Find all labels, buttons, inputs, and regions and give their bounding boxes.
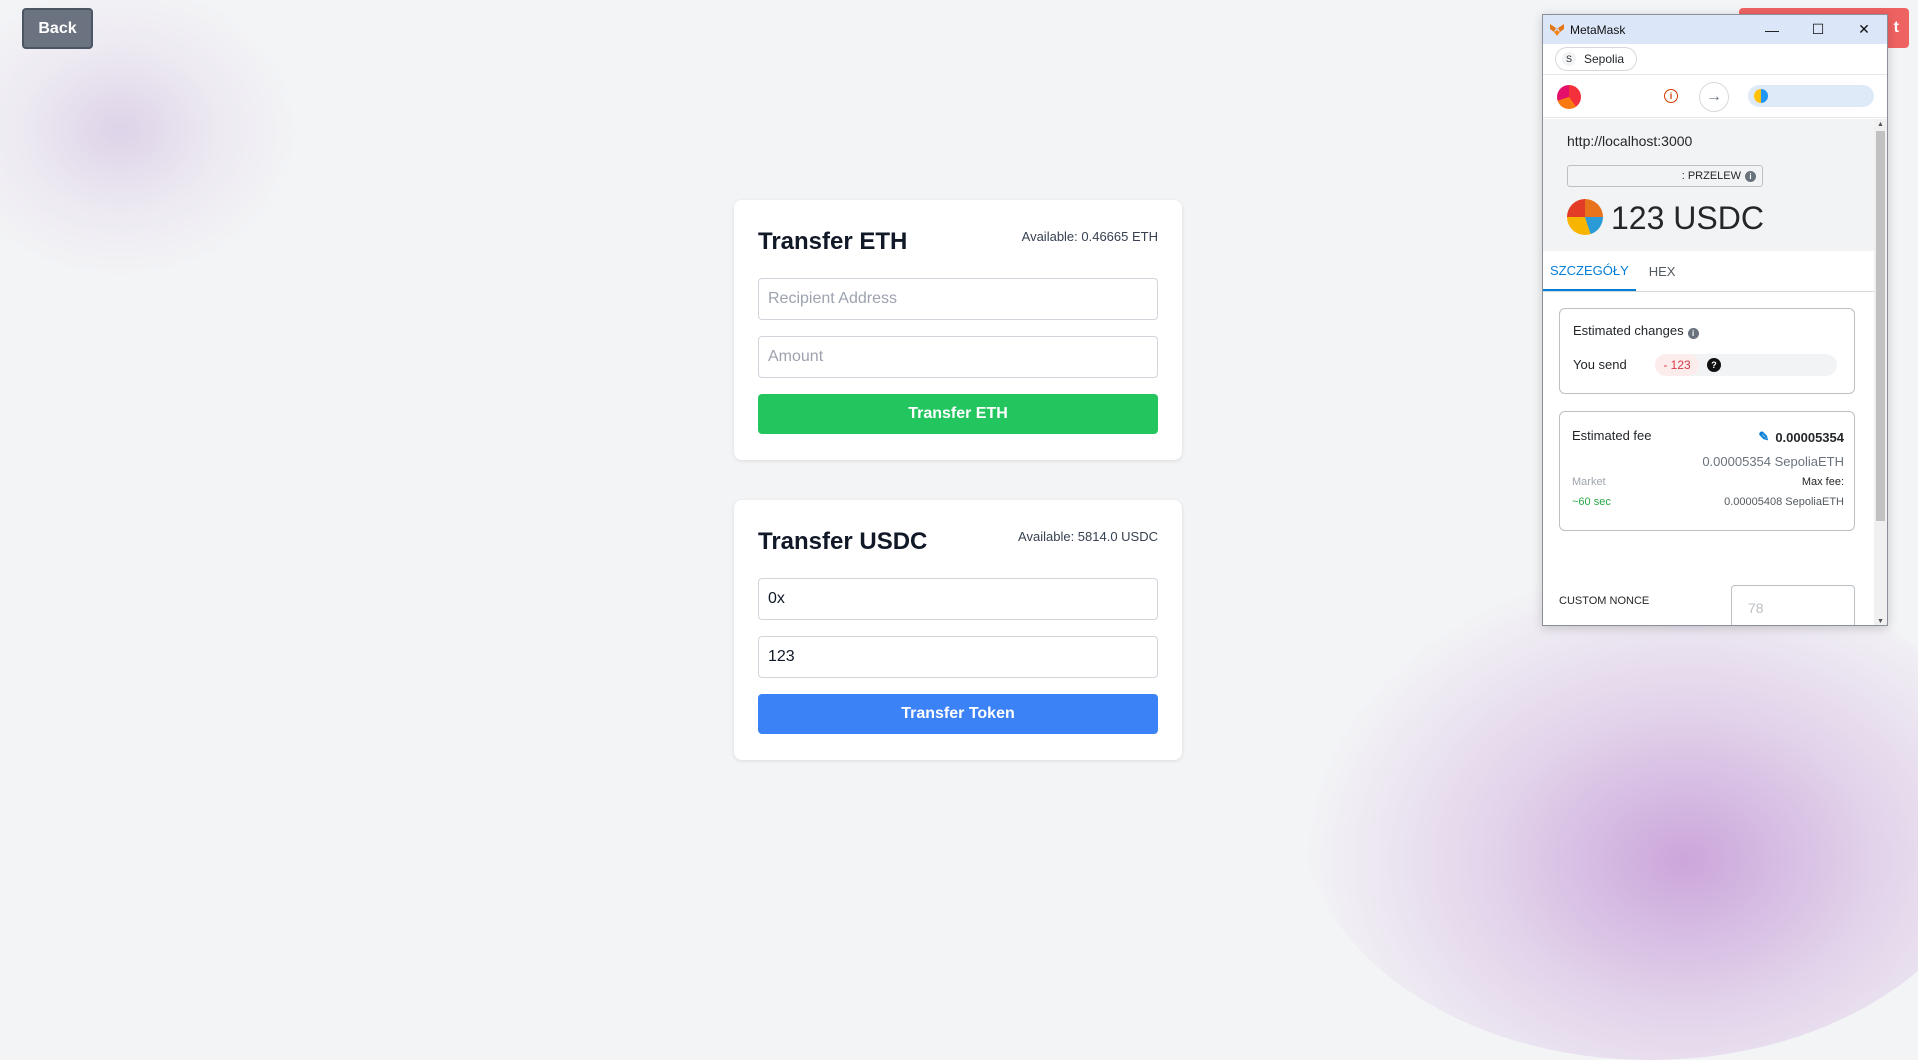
usdc-token-icon: [1567, 199, 1603, 235]
network-name: Sepolia: [1584, 52, 1625, 66]
usdc-recipient-address-input[interactable]: [758, 578, 1158, 620]
network-initial-icon: S: [1562, 52, 1576, 66]
metamask-fox-icon: [1550, 23, 1564, 36]
estimated-changes-label: Estimated changes: [1573, 323, 1684, 338]
max-fee-label: Max fee:: [1801, 476, 1844, 488]
metamask-window-title: MetaMask: [1570, 22, 1626, 37]
estimated-changes-box: Estimated changes i You send - 123 ?: [1559, 308, 1855, 394]
estimated-changes-info-icon[interactable]: i: [1687, 328, 1699, 339]
confirmation-body: http://localhost:3000 : PRZELEW i 123 US…: [1543, 119, 1874, 625]
transfer-usdc-card: Transfer USDC Available: 5814.0 USDC Tra…: [734, 500, 1182, 760]
scroll-up-arrow-icon[interactable]: ▲: [1877, 121, 1884, 128]
transaction-amount: 123 USDC: [1611, 200, 1764, 236]
market-label: Market: [1572, 476, 1606, 488]
info-icon[interactable]: i: [1664, 89, 1678, 103]
method-text: : PRZELEW: [1681, 170, 1741, 182]
estimated-fee-value-row: ✎ 0.00005354: [1758, 429, 1844, 445]
max-fee-value: 0.00005408 SepoliaETH: [1724, 496, 1844, 508]
scroll-down-arrow-icon[interactable]: ▼: [1877, 618, 1884, 625]
transfer-token-button[interactable]: Transfer Token: [758, 694, 1158, 734]
usdc-available-balance: Available: 5814.0 USDC: [1018, 529, 1158, 544]
scrollbar-thumb[interactable]: [1876, 131, 1885, 521]
unknown-token-question-icon[interactable]: ?: [1707, 358, 1721, 372]
network-row: S Sepolia: [1543, 44, 1887, 75]
estimated-fee-label: Estimated fee: [1572, 428, 1652, 443]
transfer-usdc-header: Transfer USDC Available: 5814.0 USDC: [758, 500, 1158, 562]
close-button[interactable]: ✕: [1841, 15, 1887, 44]
metamask-scrollbar[interactable]: ▲ ▼: [1874, 119, 1887, 625]
maximize-button[interactable]: ☐: [1795, 15, 1841, 44]
estimated-changes-heading: Estimated changes i: [1573, 323, 1699, 339]
minimize-button[interactable]: —: [1749, 15, 1795, 44]
you-send-value: - 123: [1655, 354, 1699, 376]
origin-url: http://localhost:3000: [1567, 133, 1693, 149]
transaction-summary: http://localhost:3000 : PRZELEW i 123 US…: [1543, 119, 1874, 251]
method-info-icon[interactable]: i: [1745, 170, 1756, 182]
time-estimate: ~60 sec: [1572, 496, 1611, 508]
estimated-fee-fiat: 0.00005354 SepoliaETH: [1702, 454, 1844, 469]
metamask-window: MetaMask — ☐ ✕ S Sepolia i → http://loca…: [1542, 14, 1888, 626]
metamask-titlebar: MetaMask — ☐ ✕: [1543, 15, 1887, 44]
recipient-account-pill[interactable]: [1748, 85, 1874, 107]
tab-details[interactable]: SZCZEGÓŁY: [1543, 251, 1636, 291]
eth-amount-input[interactable]: [758, 336, 1158, 378]
method-label: : PRZELEW i: [1567, 165, 1763, 187]
transfer-eth-header: Transfer ETH Available: 0.46665 ETH: [758, 200, 1158, 262]
transfer-eth-button[interactable]: Transfer ETH: [758, 394, 1158, 434]
background-blob-bottom-right: [1300, 560, 1918, 1060]
custom-nonce-input[interactable]: [1731, 585, 1855, 625]
transfer-usdc-title: Transfer USDC: [758, 528, 928, 555]
eth-recipient-address-input[interactable]: [758, 278, 1158, 320]
eth-available-balance: Available: 0.46665 ETH: [1021, 229, 1158, 244]
back-button[interactable]: Back: [22, 8, 93, 49]
custom-nonce-label: CUSTOM NONCE: [1559, 595, 1650, 607]
account-row: i →: [1543, 75, 1887, 118]
usdc-amount-input[interactable]: [758, 636, 1158, 678]
edit-gas-pencil-icon[interactable]: ✎: [1758, 429, 1769, 445]
arrow-right-icon: →: [1699, 82, 1729, 112]
recipient-account-avatar: [1754, 89, 1768, 103]
you-send-label: You send: [1573, 357, 1627, 372]
you-send-pill: - 123 ?: [1655, 354, 1837, 376]
tab-hex[interactable]: HEX: [1642, 251, 1683, 291]
network-selector[interactable]: S Sepolia: [1555, 47, 1638, 71]
sender-account-avatar[interactable]: [1557, 85, 1581, 109]
details-tabs: SZCZEGÓŁY HEX: [1543, 251, 1874, 292]
transfer-eth-title: Transfer ETH: [758, 228, 908, 255]
estimated-fee-value: 0.00005354: [1775, 429, 1844, 445]
estimated-fee-box: Estimated fee ✎ 0.00005354 0.00005354 Se…: [1559, 411, 1855, 531]
transfer-eth-card: Transfer ETH Available: 0.46665 ETH Tran…: [734, 200, 1182, 460]
